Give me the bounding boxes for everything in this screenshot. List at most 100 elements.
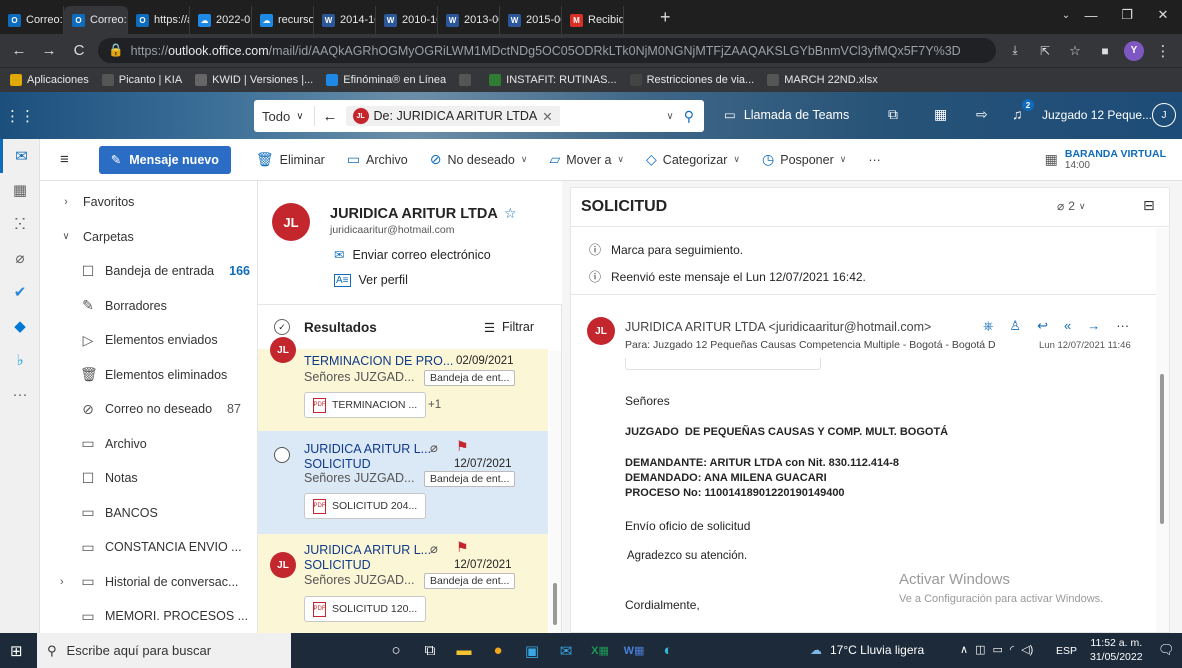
folder-pill[interactable]: Bandeja de ent... <box>424 471 516 487</box>
folder-item[interactable]: › ▭ Historial de conversac... <box>40 565 257 600</box>
bookmark-star-icon[interactable]: ☆ <box>1064 43 1086 59</box>
excel-icon[interactable]: X▦ <box>583 633 617 668</box>
mail-icon[interactable]: ✉ <box>0 139 40 173</box>
todo-icon[interactable]: ✔ <box>0 275 40 309</box>
chevron-down-icon[interactable]: ∨ <box>660 111 679 122</box>
bookmark-item[interactable]: INSTAFIT: RUTINAS... <box>489 74 617 86</box>
snooze-button[interactable]: ◷ Posponer ∨ <box>751 151 857 168</box>
folder-item[interactable]: ☐ Notas <box>40 461 257 496</box>
store-icon[interactable]: ▣ <box>515 633 549 668</box>
yammer-icon[interactable]: ◆ <box>0 309 40 343</box>
wifi-icon[interactable]: ◜ <box>1010 643 1014 656</box>
file-explorer-icon[interactable]: ▬ <box>447 633 481 668</box>
office-icon[interactable]: ▦ <box>934 106 947 123</box>
notification-center-icon[interactable]: 🗨 <box>1158 642 1175 658</box>
browser-tab[interactable]: W2015-00✕ <box>500 6 562 34</box>
folders-header[interactable]: ∨ Carpetas <box>40 220 257 255</box>
install-icon[interactable]: ⤓ <box>1004 43 1026 58</box>
chrome-icon[interactable]: ● <box>481 633 515 668</box>
flag-icon[interactable]: ⚑ <box>456 438 469 455</box>
send-email-link[interactable]: ✉ Enviar correo electrónico <box>334 247 491 263</box>
windows-start-icon[interactable]: ⊞ <box>10 642 23 660</box>
task-view-icon[interactable]: ⧉ <box>413 633 447 668</box>
junk-button[interactable]: ⊘ No deseado ∨ <box>419 151 539 168</box>
sensitivity-icon[interactable]: ⎈ <box>983 318 993 334</box>
folder-pill[interactable]: Bandeja de ent... <box>424 370 516 386</box>
cortana-icon[interactable]: ○ <box>379 633 413 668</box>
browser-tab[interactable]: ☁2022-01✕ <box>190 6 252 34</box>
back-icon[interactable]: ← <box>8 42 30 59</box>
chevron-right-icon[interactable]: › <box>60 576 64 588</box>
reply-all-icon[interactable]: « <box>1064 318 1071 334</box>
folder-item[interactable]: ▭ BANCOS <box>40 496 257 531</box>
teams-call-button[interactable]: ▭ Llamada de Teams <box>724 107 849 123</box>
account-name[interactable]: Juzgado 12 Peque... <box>1042 108 1152 122</box>
bookings-icon[interactable]: ♭ <box>0 343 40 377</box>
list-item[interactable]: JURIDICA ARITUR L... ⌀ ⚑ SOLICITUD 12/07… <box>258 431 548 534</box>
reply-icon[interactable]: ↩ <box>1037 318 1048 334</box>
language-indicator[interactable]: ESP <box>1056 645 1077 657</box>
menu-kebab-icon[interactable]: ⋮ <box>1152 42 1174 60</box>
folder-item[interactable]: 🗑 Elementos eliminados <box>40 358 257 393</box>
to-recipients[interactable]: Para: Juzgado 12 Pequeñas Causas Compete… <box>625 339 1029 351</box>
forward-icon[interactable]: → <box>1087 318 1100 334</box>
favorites-header[interactable]: › Favoritos <box>40 185 257 220</box>
browser-tab[interactable]: OCorreo:✕ <box>0 6 64 34</box>
folder-item[interactable]: ▷ Elementos enviados <box>40 323 257 358</box>
bookmark-item[interactable]: Restricciones de via... <box>629 74 754 86</box>
profile-avatar[interactable]: Y <box>1124 40 1144 61</box>
search-icon[interactable]: ⚲ <box>680 108 704 125</box>
reading-scrollbar[interactable] <box>1156 228 1169 632</box>
select-all-checkbox[interactable]: ✓ <box>274 319 290 335</box>
folder-item[interactable]: ✎ Borradores <box>40 289 257 324</box>
taskbar-search[interactable]: ⚲ Escribe aquí para buscar <box>37 633 291 668</box>
categorize-button[interactable]: ◇ Categorizar ∨ <box>635 151 751 168</box>
feedback-icon[interactable]: ⇨ <box>976 106 988 123</box>
archive-button[interactable]: ▭ Archivo <box>336 151 419 168</box>
browser-tab[interactable]: W2013-00✕ <box>438 6 500 34</box>
list-item[interactable]: JL JURIDICA ARITUR L... ⌀ ⚑ SOLICITUD 12… <box>258 534 548 633</box>
folder-item[interactable]: ▭ Archivo <box>40 427 257 462</box>
filter-button[interactable]: ☰ Filtrar <box>484 320 534 335</box>
folder-item[interactable]: ▭ CONSTANCIA ENVIO ... <box>40 530 257 565</box>
reading-scrollbar-thumb[interactable] <box>1160 374 1164 524</box>
attachment-chip[interactable]: PDF SOLICITUD 120... <box>304 596 427 622</box>
forward-icon[interactable]: → <box>38 42 60 59</box>
calendar-icon[interactable]: ▦ <box>0 173 40 207</box>
flag-icon[interactable]: ⚑ <box>456 539 469 556</box>
list-scrollbar-thumb[interactable] <box>553 583 557 625</box>
more-actions-icon[interactable]: ··· <box>1116 318 1129 334</box>
weather-widget[interactable]: ☁ 17°C Lluvia ligera <box>810 643 924 657</box>
delete-button[interactable]: 🗑 Eliminar <box>245 151 336 168</box>
search-scope-dropdown[interactable]: Todo ∨ <box>254 106 315 126</box>
attachment-icon[interactable]: ⌀ <box>0 241 40 275</box>
browser-tab[interactable]: OCorreo:✕ <box>64 6 128 34</box>
browser-tab[interactable]: ☁recursos✕ <box>252 6 314 34</box>
app-launcher-icon[interactable]: ⋮⋮ <box>0 92 40 139</box>
browser-tab[interactable]: W2014-10✕ <box>314 6 376 34</box>
list-scrollbar[interactable] <box>549 351 561 633</box>
browser-tab[interactable]: Ohttps://a✕ <box>128 6 190 34</box>
view-profile-link[interactable]: A≡ Ver perfil <box>334 273 408 287</box>
edge-icon[interactable]: ◐ <box>651 633 685 668</box>
bookmark-item[interactable]: Efinómina® en Línea <box>326 74 446 86</box>
move-button[interactable]: ▱ Mover a ∨ <box>538 151 635 168</box>
bookmark-item[interactable]: Picanto | KIA <box>101 74 182 86</box>
browser-tab[interactable]: MRecibid✕ <box>562 6 624 34</box>
battery-icon[interactable]: ▭ <box>992 643 1002 656</box>
people-icon[interactable]: ⵘ <box>0 207 40 241</box>
new-mail-button[interactable]: ✎ Mensaje nuevo <box>98 145 231 174</box>
mail-app-icon[interactable]: ✉ <box>549 633 583 668</box>
folder-pill[interactable]: Bandeja de ent... <box>424 573 516 589</box>
favorite-star-icon[interactable]: ☆ <box>504 205 517 222</box>
like-icon[interactable]: ♙ <box>1009 318 1021 334</box>
sidepanel-icon[interactable]: ■ <box>1094 44 1116 58</box>
bell-icon[interactable]: ♫ <box>1012 106 1023 122</box>
folder-item[interactable]: ☐ Bandeja de entrada 166 <box>40 254 257 289</box>
folder-item[interactable]: ▭ MEMORI. PROCESOS ... <box>40 599 257 634</box>
new-tab-button[interactable]: + <box>650 7 681 34</box>
list-item[interactable]: JL TERMINACION DE PRO... 02/09/2021 Seño… <box>258 337 548 431</box>
tray-chevron-icon[interactable]: ∧ <box>960 643 968 656</box>
popout-icon[interactable]: ⊟ <box>1143 197 1155 214</box>
from-avatar[interactable]: JL <box>587 317 615 345</box>
